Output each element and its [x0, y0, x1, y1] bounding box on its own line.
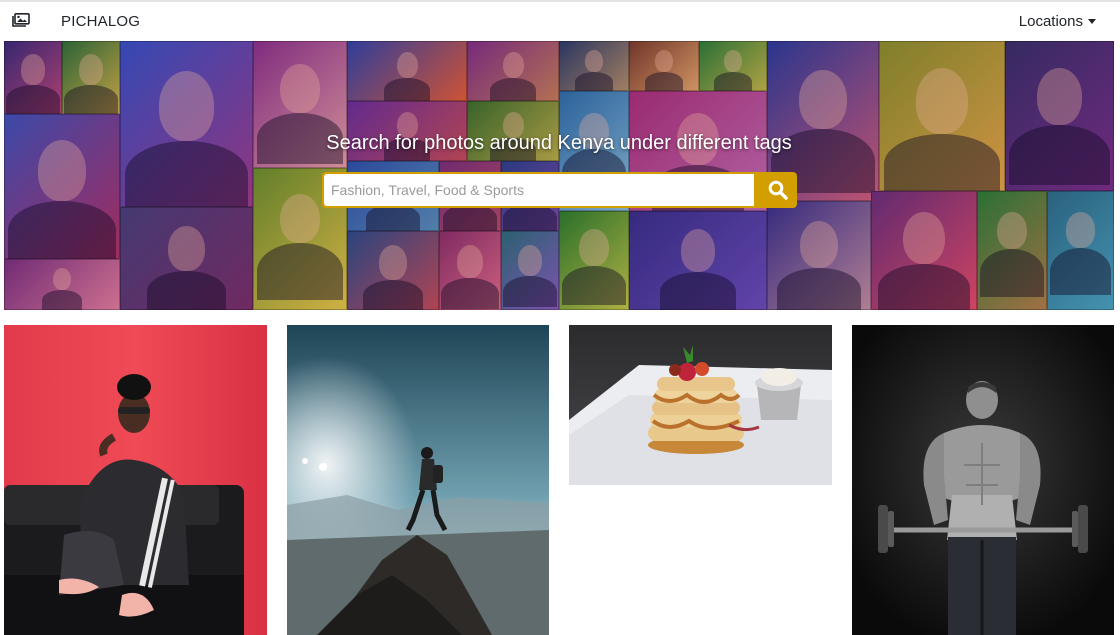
- bodybuilder-photo: [852, 325, 1114, 635]
- woman-on-sofa-photo: [4, 325, 267, 635]
- images-icon[interactable]: [12, 13, 30, 27]
- gallery-card-1[interactable]: [4, 325, 267, 635]
- locations-dropdown[interactable]: Locations: [1019, 13, 1096, 30]
- gallery-card-3[interactable]: [569, 325, 832, 485]
- gallery-card-4[interactable]: [852, 325, 1114, 635]
- search-icon: [768, 180, 788, 200]
- search-button[interactable]: [758, 172, 797, 208]
- navbar: PICHALOG Locations: [0, 0, 1120, 40]
- pancakes-photo: [569, 325, 832, 485]
- hero-banner: Search for photos around Kenya under dif…: [4, 41, 1114, 310]
- brand-name[interactable]: PICHALOG: [61, 13, 140, 30]
- caret-down-icon: [1088, 19, 1096, 24]
- gallery-card-2[interactable]: [287, 325, 549, 635]
- locations-label: Locations: [1018, 13, 1083, 30]
- search-input[interactable]: [324, 174, 754, 206]
- hero-title: Search for photos around Kenya under dif…: [326, 132, 792, 154]
- search-form: [322, 172, 797, 208]
- hiker-on-mountain-photo: [287, 325, 549, 635]
